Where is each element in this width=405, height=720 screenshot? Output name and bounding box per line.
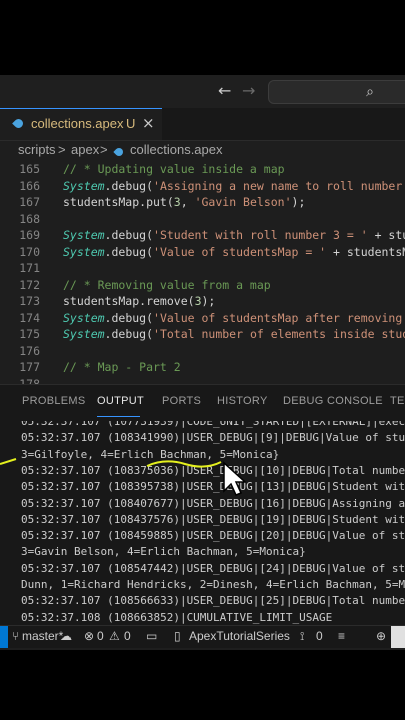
code-line[interactable]: 169 System.debug('Student with roll numbe… xyxy=(0,228,405,245)
line-number: 176 xyxy=(19,343,40,358)
breadcrumb-separator: > xyxy=(100,142,108,157)
status-bar: ⑂ master* ☁ ⊗ 0 ⚠ 0 ▭ ▯ ApexTutorialSeri… xyxy=(0,625,405,648)
apex-file-icon xyxy=(12,117,25,130)
ports-count[interactable]: 0 xyxy=(316,629,323,643)
back-arrow-icon[interactable]: ← xyxy=(218,81,231,100)
code-line[interactable]: 177 // * Map - Part 2 xyxy=(0,360,405,377)
output-line: 05:32:37.107 (108407677)|USER_DEBUG|[16]… xyxy=(21,496,405,510)
code-editor[interactable]: 165 // * Updating value inside a map 166 Sy… xyxy=(0,162,405,384)
code-line[interactable]: 173 studentsMap.remove(3); xyxy=(0,294,405,311)
code-line[interactable]: 175 System.debug('Total number of element… xyxy=(0,327,405,344)
code-line[interactable]: 167 studentsMap.put(3, 'Gavin Belson'); xyxy=(0,195,405,212)
vscode-window: ← → ⌕ collections.apex U × scripts > ape… xyxy=(0,75,405,650)
code-text: studentsMap.remove(3); xyxy=(63,294,216,308)
tab-ports[interactable]: PORTS xyxy=(162,395,201,407)
code-line[interactable]: 174 System.debug('Value of studentsMap af… xyxy=(0,311,405,328)
code-line[interactable]: 171 xyxy=(0,261,405,278)
line-number: 173 xyxy=(19,294,40,308)
code-line[interactable]: 170 System.debug('Value of studentsMap = … xyxy=(0,245,405,262)
zoom-icon[interactable]: ⊕ xyxy=(376,629,386,643)
code-text: // * Map - Part 2 xyxy=(63,360,181,374)
folder-icon: ▯ xyxy=(174,629,181,643)
error-icon: ⊗ xyxy=(84,629,95,643)
output-log[interactable]: 05:32:37.107 (107731939)|CODE_UNIT_START… xyxy=(0,421,405,626)
warning-count[interactable]: 0 xyxy=(124,629,131,643)
code-line[interactable]: 172 // * Removing value from a map xyxy=(0,278,405,295)
forward-arrow-icon[interactable]: → xyxy=(242,81,255,100)
ports-icon: ⟟ xyxy=(300,629,305,643)
command-center-search[interactable]: ⌕ xyxy=(268,80,405,104)
output-line: 05:32:37.107 (108547442)|USER_DEBUG|[24]… xyxy=(21,561,405,575)
line-number: 169 xyxy=(19,228,40,242)
line-number: 170 xyxy=(19,244,40,259)
line-number: 166 xyxy=(19,178,40,193)
branch-name[interactable]: master* xyxy=(22,629,63,643)
output-line: 05:32:37.107 (107731939)|CODE_UNIT_START… xyxy=(21,421,405,428)
breadcrumb-separator: > xyxy=(58,142,66,157)
line-number: 172 xyxy=(19,277,40,292)
code-line[interactable]: 176 xyxy=(0,344,405,361)
breadcrumb-item-scripts[interactable]: scripts xyxy=(18,142,56,157)
breadcrumb-item-file[interactable]: collections.apex xyxy=(130,142,223,157)
error-count[interactable]: 0 xyxy=(97,629,104,643)
breadcrumb: scripts > apex > collections.apex xyxy=(0,140,405,160)
output-line: Dunn, 1=Richard Hendricks, 2=Dinesh, 4=E… xyxy=(21,578,405,591)
output-line: 05:32:37.107 (108459885)|USER_DEBUG|[20]… xyxy=(21,529,405,543)
line-number: 174 xyxy=(19,310,40,325)
org-icon[interactable]: ▭ xyxy=(146,629,157,643)
editor-tab-bar: collections.apex U × xyxy=(0,108,405,141)
tab-output[interactable]: OUTPUT xyxy=(97,395,144,407)
code-text: System.debug('Value of studentsMap = ' +… xyxy=(63,244,405,259)
tab-problems[interactable]: PROBLEMS xyxy=(22,395,86,407)
project-name[interactable]: ApexTutorialSeries xyxy=(189,629,290,643)
tab-collections-apex[interactable]: collections.apex U × xyxy=(0,108,162,140)
line-number: 171 xyxy=(19,261,40,275)
code-line[interactable]: 165 // * Updating value inside a map xyxy=(0,162,405,179)
branch-icon: ⑂ xyxy=(12,629,20,643)
mouse-cursor-icon xyxy=(223,461,246,496)
line-number: 178 xyxy=(19,376,40,385)
output-line: 05:32:37.107 (108395738)|USER_DEBUG|[13]… xyxy=(21,480,405,494)
untracked-badge: U xyxy=(126,116,136,131)
title-bar: ← → ⌕ xyxy=(0,75,405,108)
annotation-underline-icon xyxy=(146,460,222,468)
tab-label: collections.apex xyxy=(31,116,124,131)
code-line[interactable]: 178 xyxy=(0,377,405,385)
line-number: 175 xyxy=(19,327,40,341)
remote-indicator[interactable] xyxy=(0,626,8,648)
code-line[interactable]: 166 System.debug('Assigning a new name to… xyxy=(0,179,405,196)
active-tab-indicator xyxy=(97,416,140,417)
output-line: 05:32:37.108 (108663852)|CUMULATIVE_LIMI… xyxy=(21,610,333,624)
code-text: System.debug('Value of studentsMap after… xyxy=(63,310,403,325)
code-text: // * Updating value inside a map xyxy=(63,162,285,176)
line-number: 165 xyxy=(19,162,40,176)
bottom-panel: PROBLEMS OUTPUT PORTS HISTORY DEBUG CONS… xyxy=(0,384,405,626)
annotation-arrow-icon xyxy=(0,458,17,465)
code-text: studentsMap.put(3, 'Gavin Belson'); xyxy=(63,195,306,209)
tab-debug-console[interactable]: DEBUG CONSOLE xyxy=(283,395,383,407)
warning-icon: ⚠ xyxy=(109,629,120,643)
output-line: 05:32:37.107 (108566633)|USER_DEBUG|[25]… xyxy=(21,594,405,608)
tab-history[interactable]: HISTORY xyxy=(217,395,268,407)
menu-icon[interactable]: ≡ xyxy=(338,629,345,643)
output-line: 05:32:37.107 (108437576)|USER_DEBUG|[19]… xyxy=(21,512,405,526)
line-number: 167 xyxy=(19,195,40,209)
search-icon: ⌕ xyxy=(366,84,374,100)
output-line: 3=Gavin Belson, 4=Erlich Bachman, 5=Moni… xyxy=(21,545,306,559)
line-number: 177 xyxy=(19,360,40,374)
code-text: System.debug('Student with roll number 3… xyxy=(63,228,405,242)
close-icon[interactable]: × xyxy=(142,114,155,132)
code-text: System.debug('Assigning a new name to ro… xyxy=(63,178,405,193)
tab-terminal[interactable]: TERMINAL xyxy=(390,395,405,407)
code-text: System.debug('Total number of elements i… xyxy=(63,327,405,341)
code-line[interactable]: 168 xyxy=(0,212,405,229)
line-number: 168 xyxy=(19,211,40,226)
code-text: // * Removing value from a map xyxy=(63,277,271,292)
sync-icon[interactable]: ☁ xyxy=(60,629,72,643)
breadcrumb-item-apex[interactable]: apex xyxy=(71,142,99,157)
notification-button[interactable] xyxy=(391,626,405,648)
output-line: 05:32:37.107 (108341990)|USER_DEBUG|[9]|… xyxy=(21,431,405,445)
